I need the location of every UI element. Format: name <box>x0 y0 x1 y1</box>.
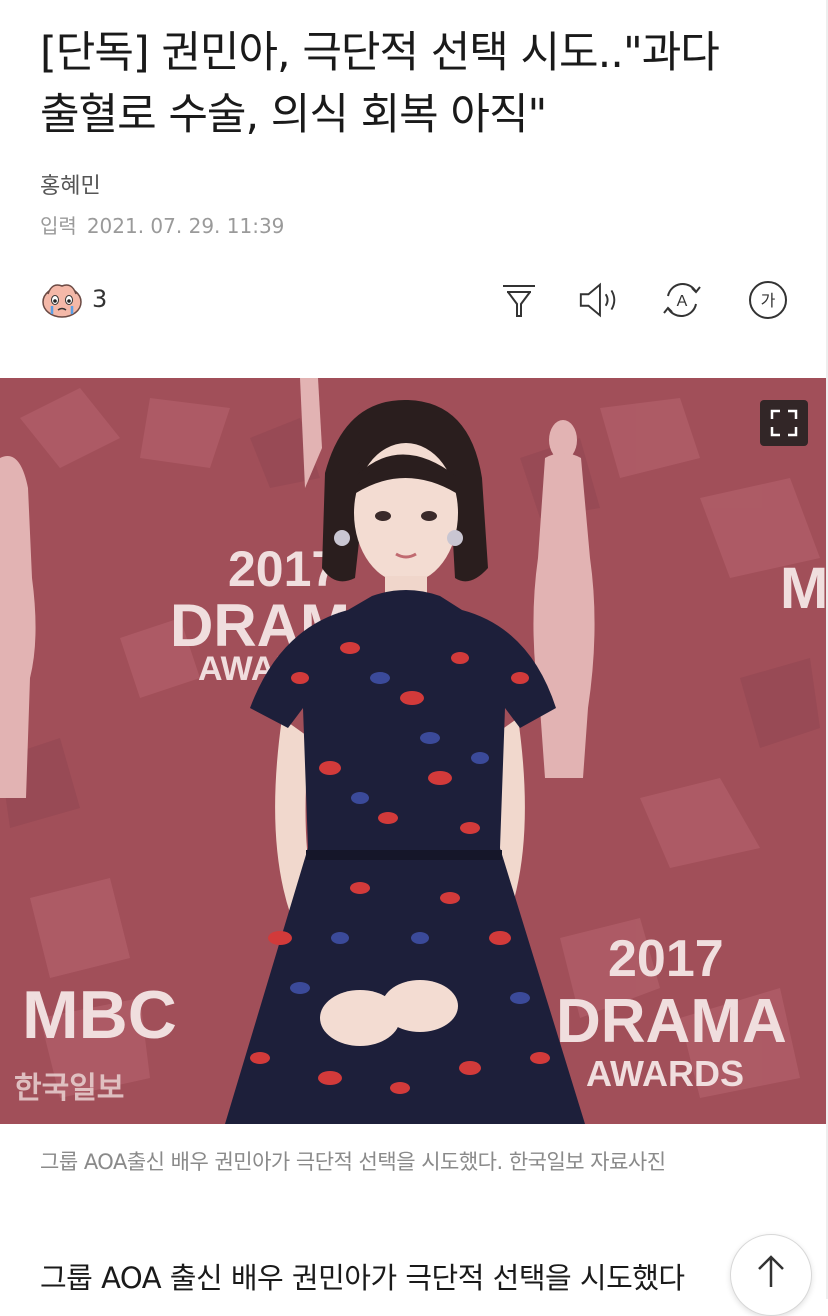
expand-icon <box>770 409 798 437</box>
author-name[interactable]: 홍혜민 <box>40 168 101 200</box>
svg-text:MBC: MBC <box>22 977 177 1053</box>
filter-icon <box>503 285 535 317</box>
svg-text:MBC: MBC <box>780 556 828 621</box>
publish-date: 입력 2021. 07. 29. 11:39 <box>40 210 284 239</box>
article-headline: [단독] 권민아, 극단적 선택 시도.."과다 출혈로 수술, 의식 회복 아… <box>40 22 800 146</box>
headline-line-1: [단독] 권민아, 극단적 선택 시도.."과다 <box>40 28 720 78</box>
speaker-icon <box>579 282 616 318</box>
photo-illustration: 2017 DRAMA AWARDS MBC 2017 DRAMA AWARDS … <box>0 378 828 1124</box>
article-toolbar: 3 A 가 <box>0 270 828 330</box>
svg-text:가: 가 <box>761 291 776 310</box>
scroll-to-top-button[interactable] <box>730 1234 812 1316</box>
svg-text:DRAMA: DRAMA <box>556 987 787 1056</box>
svg-text:2017: 2017 <box>228 541 339 597</box>
reaction-icon <box>42 284 82 318</box>
svg-text:2017: 2017 <box>608 930 724 988</box>
date-label: 입력 <box>40 214 77 238</box>
translate-icon: A <box>663 282 701 318</box>
photo-caption: 그룹 AOA출신 배우 권민아가 극단적 선택을 시도했다. 한국일보 자료사진 <box>40 1150 666 1174</box>
reaction-button[interactable]: 3 <box>40 280 107 318</box>
font-size-icon: 가 <box>749 281 787 319</box>
article-body-paragraph: 그룹 AOA 출신 배우 권민아가 극단적 선택을 시도했다 <box>40 1261 685 1295</box>
headline-line-2: 출혈로 수술, 의식 회복 아직" <box>40 90 547 140</box>
arrow-up-icon <box>758 1255 784 1287</box>
svg-text:A: A <box>677 293 688 310</box>
translate-button[interactable]: A <box>660 278 704 322</box>
tts-button[interactable] <box>577 278 621 322</box>
svg-text:AWARDS: AWARDS <box>586 1053 744 1094</box>
article-photo[interactable]: 2017 DRAMA AWARDS MBC 2017 DRAMA AWARDS … <box>0 378 828 1124</box>
date-value: 2021. 07. 29. 11:39 <box>86 214 285 238</box>
expand-photo-button[interactable] <box>760 400 808 446</box>
font-size-button[interactable]: 가 <box>746 278 790 322</box>
svg-text:한국일보: 한국일보 <box>14 1071 124 1106</box>
filter-button[interactable] <box>497 278 541 322</box>
reaction-count: 3 <box>92 285 108 313</box>
